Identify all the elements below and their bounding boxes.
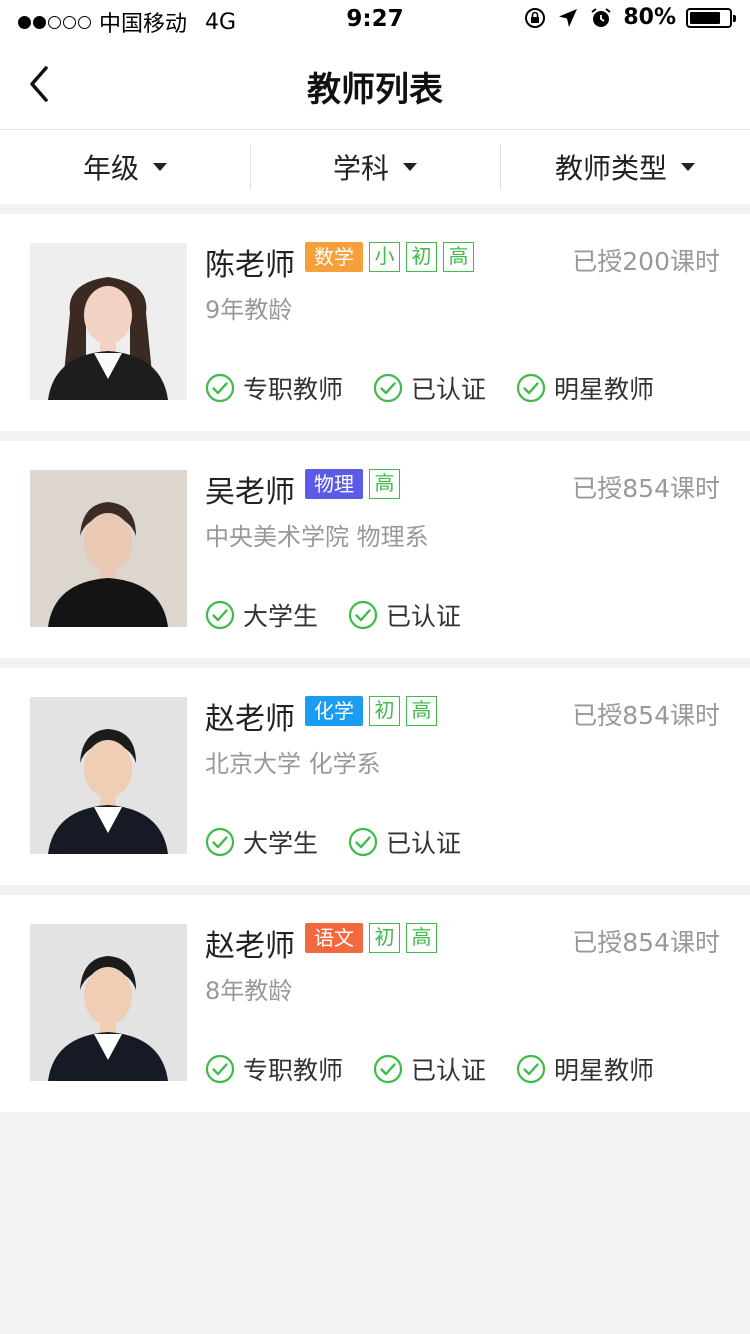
teacher-list: 陈老师 数学 小初高 已授200课时 9年教龄 专职教师 已认证 明星教师 吴老… xyxy=(0,214,750,1122)
badge-label: 大学生 xyxy=(243,602,319,631)
filter-bar: 年级 学科 教师类型 xyxy=(0,130,750,204)
teacher-tags: 物理 高 xyxy=(305,469,400,499)
filter-teacher-type[interactable]: 教师类型 xyxy=(500,130,750,204)
check-circle-icon xyxy=(348,827,378,857)
badge: 大学生 xyxy=(205,597,318,633)
badge: 明星教师 xyxy=(516,370,654,406)
battery-percent: 80% xyxy=(623,5,676,30)
teacher-badges: 专职教师 已认证 明星教师 xyxy=(205,1051,684,1087)
dropdown-caret-icon xyxy=(153,163,167,171)
subject-tag: 物理 xyxy=(305,469,363,499)
filter-label: 年级 xyxy=(82,152,139,185)
teacher-name: 陈老师 xyxy=(205,248,295,283)
teacher-avatar xyxy=(30,924,187,1081)
teaching-hours: 已授854课时 xyxy=(572,928,720,957)
badge: 明星教师 xyxy=(516,1051,654,1087)
badge-label: 明星教师 xyxy=(554,1056,655,1085)
check-circle-icon xyxy=(373,1054,403,1084)
badge-label: 专职教师 xyxy=(243,375,344,404)
alarm-clock-icon xyxy=(591,7,611,27)
badge: 专职教师 xyxy=(205,1051,343,1087)
subject-tag: 数学 xyxy=(305,242,363,272)
teaching-hours: 已授854课时 xyxy=(572,474,720,503)
badge: 已认证 xyxy=(373,370,486,406)
subject-tag: 化学 xyxy=(305,696,363,726)
filter-grade[interactable]: 年级 xyxy=(0,130,250,204)
teacher-description: 北京大学 化学系 xyxy=(205,750,381,778)
page-title: 教师列表 xyxy=(307,70,443,110)
badge: 大学生 xyxy=(205,824,318,860)
battery-icon xyxy=(686,7,736,28)
check-circle-icon xyxy=(516,1054,546,1084)
teacher-avatar xyxy=(30,243,187,400)
teacher-card[interactable]: 赵老师 化学 初高 已授854课时 北京大学 化学系 大学生 已认证 xyxy=(0,668,750,885)
check-circle-icon xyxy=(373,373,403,403)
teacher-name: 吴老师 xyxy=(205,475,295,510)
teacher-tags: 数学 小初高 xyxy=(305,242,474,272)
badge-label: 明星教师 xyxy=(554,375,655,404)
teacher-name: 赵老师 xyxy=(205,702,295,737)
level-tag: 高 xyxy=(406,696,437,726)
teacher-card[interactable]: 赵老师 语文 初高 已授854课时 8年教龄 专职教师 已认证 明星教师 xyxy=(0,895,750,1112)
battery-fill xyxy=(690,11,721,24)
check-circle-icon xyxy=(205,1054,235,1084)
filter-label: 学科 xyxy=(332,152,389,185)
teacher-name: 赵老师 xyxy=(205,929,295,964)
teacher-avatar xyxy=(30,697,187,854)
teacher-badges: 大学生 已认证 xyxy=(205,824,491,860)
teacher-avatar xyxy=(30,470,187,627)
teacher-description: 8年教龄 xyxy=(205,977,293,1005)
subject-tag: 语文 xyxy=(305,923,363,953)
dropdown-caret-icon xyxy=(403,163,417,171)
level-tag: 初 xyxy=(369,696,400,726)
teacher-tags: 语文 初高 xyxy=(305,923,437,953)
badge-label: 已认证 xyxy=(411,1056,487,1085)
level-tag: 高 xyxy=(406,923,437,953)
status-bar: 中国移动 4G 9:27 80% xyxy=(0,0,750,40)
badge: 已认证 xyxy=(348,597,461,633)
teacher-description: 中央美术学院 物理系 xyxy=(205,523,429,551)
teacher-badges: 大学生 已认证 xyxy=(205,597,491,633)
badge-label: 大学生 xyxy=(243,829,319,858)
teacher-card[interactable]: 陈老师 数学 小初高 已授200课时 9年教龄 专职教师 已认证 明星教师 xyxy=(0,214,750,431)
badge: 已认证 xyxy=(348,824,461,860)
level-tag: 高 xyxy=(369,469,400,499)
navigation-bar: 教师列表 xyxy=(0,40,750,130)
check-circle-icon xyxy=(516,373,546,403)
check-circle-icon xyxy=(205,600,235,630)
rotation-lock-icon xyxy=(525,7,546,28)
teacher-badges: 专职教师 已认证 明星教师 xyxy=(205,370,684,406)
badge-label: 已认证 xyxy=(386,602,462,631)
teaching-hours: 已授200课时 xyxy=(572,247,720,276)
badge: 已认证 xyxy=(373,1051,486,1087)
badge: 专职教师 xyxy=(205,370,343,406)
badge-label: 已认证 xyxy=(411,375,487,404)
teaching-hours: 已授854课时 xyxy=(572,701,720,730)
badge-label: 专职教师 xyxy=(243,1056,344,1085)
level-tag: 高 xyxy=(443,242,474,272)
level-tag: 小 xyxy=(369,242,400,272)
check-circle-icon xyxy=(205,373,235,403)
level-tag: 初 xyxy=(369,923,400,953)
teacher-card[interactable]: 吴老师 物理 高 已授854课时 中央美术学院 物理系 大学生 已认证 xyxy=(0,441,750,658)
teacher-description: 9年教龄 xyxy=(205,296,293,324)
level-tag: 初 xyxy=(406,242,437,272)
check-circle-icon xyxy=(205,827,235,857)
badge-label: 已认证 xyxy=(386,829,462,858)
location-arrow-icon xyxy=(559,8,578,27)
dropdown-caret-icon xyxy=(681,163,695,171)
check-circle-icon xyxy=(348,600,378,630)
teacher-tags: 化学 初高 xyxy=(305,696,437,726)
filter-label: 教师类型 xyxy=(554,152,667,185)
filter-subject[interactable]: 学科 xyxy=(250,130,500,204)
status-right: 80% xyxy=(523,5,736,30)
